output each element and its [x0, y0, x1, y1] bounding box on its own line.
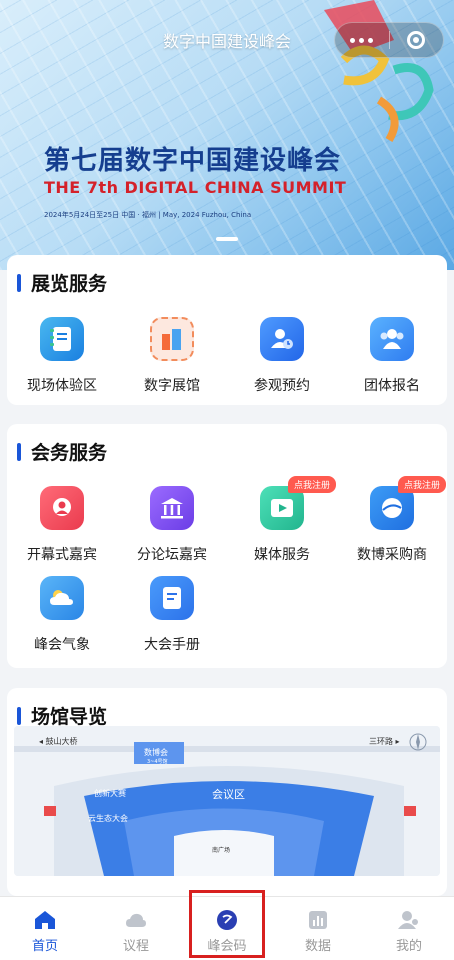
service-label: 数字展馆: [144, 378, 200, 394]
miniprogram-capsule[interactable]: [334, 22, 444, 58]
service-label: 媒体服务: [254, 547, 310, 563]
register-badge[interactable]: 点我注册: [398, 476, 447, 493]
map-label-right-road: 三环路 ▸: [369, 736, 400, 746]
user-clock-icon: [260, 317, 304, 361]
map-label-eco: 云生态大会: [88, 813, 128, 823]
service-label: 团体报名: [364, 378, 420, 394]
section-header: 会务服务: [17, 438, 107, 465]
exhibition-services-card: 展览服务 现场体验区 数字展馆 参观预约 团体报名: [7, 255, 447, 405]
play-icon: 点我注册: [260, 476, 337, 530]
service-item-group-signup[interactable]: 团体报名: [337, 317, 447, 395]
map-label-innovation: 创新大赛: [94, 788, 126, 798]
service-item-digital-hall[interactable]: 数字展馆: [117, 317, 227, 395]
service-label: 数博采购商: [357, 547, 427, 563]
more-icon[interactable]: [335, 37, 389, 43]
tab-label: 峰会码: [207, 939, 247, 954]
tab-agenda[interactable]: 议程: [91, 897, 181, 960]
book-icon: [40, 317, 84, 361]
banner-headline: 第七届数字中国建设峰会: [44, 146, 342, 176]
tab-label: 议程: [122, 939, 149, 954]
section-bar: [17, 706, 21, 725]
close-target-icon[interactable]: [390, 31, 444, 49]
service-label: 峰会气象: [34, 637, 90, 653]
guest-icon: [40, 486, 84, 530]
service-item-visit-booking[interactable]: 参观预约: [227, 317, 337, 395]
cloud-icon: [125, 909, 147, 931]
service-label: 现场体验区: [27, 378, 97, 394]
map-label-left-road: ◂ 鼓山大桥: [39, 736, 78, 746]
map-label-plaza: 南广场: [212, 846, 230, 854]
globe-icon: 点我注册: [370, 476, 447, 530]
hall-icon: [150, 486, 194, 530]
conference-services-card: 会务服务 开幕式嘉宾 分论坛嘉宾 点我注册 媒体服务 点我注册 数博采购商 峰会…: [7, 424, 447, 668]
banner-subheadline: THE 7th DIGITAL CHINA SUMMIT: [44, 178, 347, 197]
bottom-tabbar: 首页 议程 峰会码 数据 我的: [0, 896, 454, 960]
map-label-center: 会议区: [212, 788, 245, 801]
service-item-opening-guests[interactable]: 开幕式嘉宾: [7, 486, 117, 564]
chart-icon: [307, 909, 329, 931]
service-label: 大会手册: [144, 637, 200, 653]
carousel-indicator: [216, 237, 238, 241]
service-item-manual[interactable]: 大会手册: [117, 576, 227, 654]
service-label: 开幕式嘉宾: [27, 547, 97, 563]
user-icon: [398, 909, 420, 931]
service-item-weather[interactable]: 峰会气象: [7, 576, 117, 654]
register-badge[interactable]: 点我注册: [288, 476, 337, 493]
service-label: 参观预约: [254, 378, 310, 394]
tab-profile[interactable]: 我的: [364, 897, 454, 960]
home-icon: [34, 909, 56, 931]
venue-map[interactable]: ◂ 鼓山大桥 三环路 ▸ 数博会 3~4号馆 会议区 创新大赛 云生态大会 南广…: [14, 726, 440, 876]
section-bar: [17, 442, 21, 461]
cloud-icon: [40, 576, 84, 620]
service-item-buyers[interactable]: 点我注册 数博采购商: [337, 476, 447, 564]
building-icon: [150, 317, 194, 361]
tab-label: 我的: [395, 939, 422, 954]
tab-summit-code[interactable]: 峰会码: [182, 897, 272, 960]
section-bar: [17, 273, 21, 292]
summit-banner[interactable]: 数字中国建设峰会 第七届数字中国建设峰会 THE 7th DIGITAL CHI…: [0, 0, 454, 270]
tab-label: 首页: [31, 939, 58, 954]
service-item-forum-guests[interactable]: 分论坛嘉宾: [117, 486, 227, 564]
map-label-hall-sub: 3~4号馆: [147, 758, 168, 765]
map-label-hall: 数博会: [144, 747, 168, 757]
section-title: 场馆导览: [31, 706, 108, 728]
tab-label: 数据: [304, 939, 331, 954]
section-title: 会务服务: [31, 442, 108, 464]
manual-icon: [150, 576, 194, 620]
section-title: 展览服务: [31, 273, 108, 295]
tab-data[interactable]: 数据: [273, 897, 363, 960]
banner-meta: 2024年5月24日至25日 中国 · 福州 | May, 2024 Fuzho…: [44, 211, 252, 219]
service-item-media[interactable]: 点我注册 媒体服务: [227, 476, 337, 564]
summit-logo-icon: [216, 909, 238, 931]
service-label: 分论坛嘉宾: [137, 547, 207, 563]
section-header: 展览服务: [17, 269, 107, 296]
group-icon: [370, 317, 414, 361]
venue-guide-card: 场馆导览 ◂ 鼓山大桥 三环路 ▸ 数博会 3~4号馆 会议区 创新大赛 云生态…: [7, 688, 447, 896]
service-item-experience-zone[interactable]: 现场体验区: [7, 317, 117, 395]
section-header: 场馆导览: [17, 702, 107, 729]
tab-home[interactable]: 首页: [0, 897, 90, 960]
